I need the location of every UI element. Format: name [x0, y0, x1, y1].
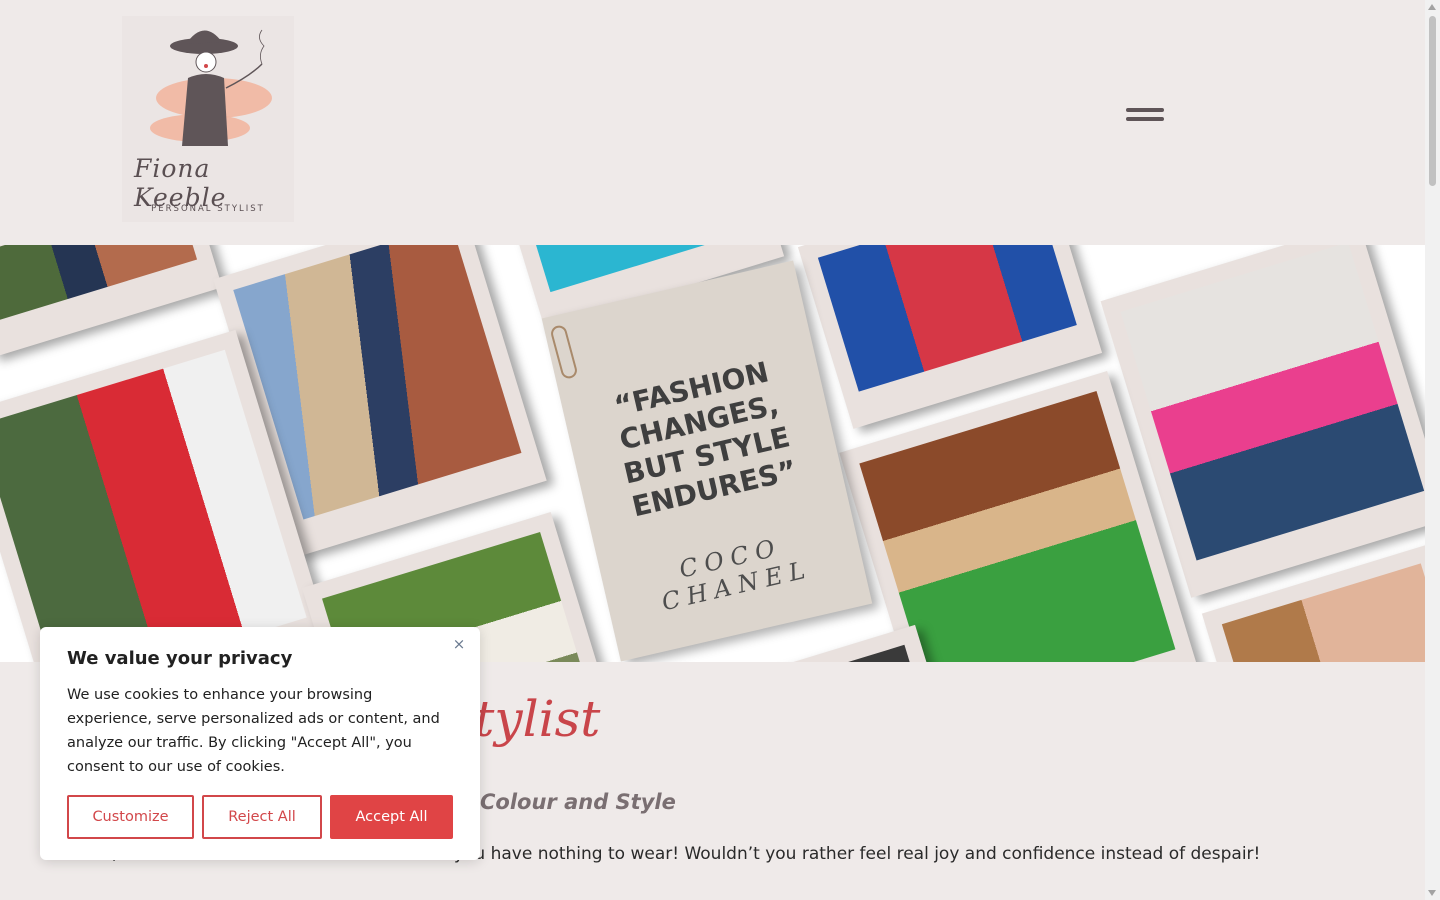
photo-blue-blazer: [817, 245, 1077, 392]
hero-collage: “FASHION CHANGES, BUT STYLE ENDURES” COC…: [0, 245, 1425, 662]
photo-card: [771, 624, 939, 662]
scroll-thumb[interactable]: [1429, 16, 1436, 186]
site-header: Fiona Keeble PERSONAL STYLIST: [0, 0, 1425, 245]
customize-button[interactable]: Customize: [67, 795, 194, 839]
photo-green-jacket: [859, 391, 1176, 662]
section-subheading: Colour and Style: [480, 790, 676, 814]
scroll-up-icon[interactable]: [1428, 4, 1436, 10]
cookie-consent-banner: × We value your privacy We use cookies t…: [40, 627, 480, 860]
photo-card: [0, 245, 223, 358]
menu-line: [1126, 108, 1164, 112]
menu-line: [1126, 117, 1164, 121]
close-icon[interactable]: ×: [450, 635, 468, 653]
hamburger-menu-icon[interactable]: [1124, 104, 1166, 126]
page-scrollbar[interactable]: [1425, 0, 1440, 900]
logo-subtitle: PERSONAL STYLIST: [151, 204, 265, 214]
reject-all-button[interactable]: Reject All: [202, 795, 322, 839]
scroll-down-icon[interactable]: [1428, 890, 1436, 896]
quote-author: COCO CHANEL: [659, 532, 815, 617]
logo-illustration: [150, 29, 272, 146]
cookie-description: We use cookies to enhance your browsing …: [67, 687, 440, 775]
cookie-title: We value your privacy: [67, 648, 293, 669]
photo-denim-wall: [0, 245, 198, 321]
site-logo[interactable]: Fiona Keeble PERSONAL STYLIST: [122, 16, 294, 222]
quote-text: “FASHION CHANGES, BUT STYLE ENDURES”: [611, 355, 800, 524]
accept-all-button[interactable]: Accept All: [330, 795, 453, 839]
photo-pink-jumper: [1120, 245, 1425, 561]
photo-dark: [791, 644, 914, 662]
